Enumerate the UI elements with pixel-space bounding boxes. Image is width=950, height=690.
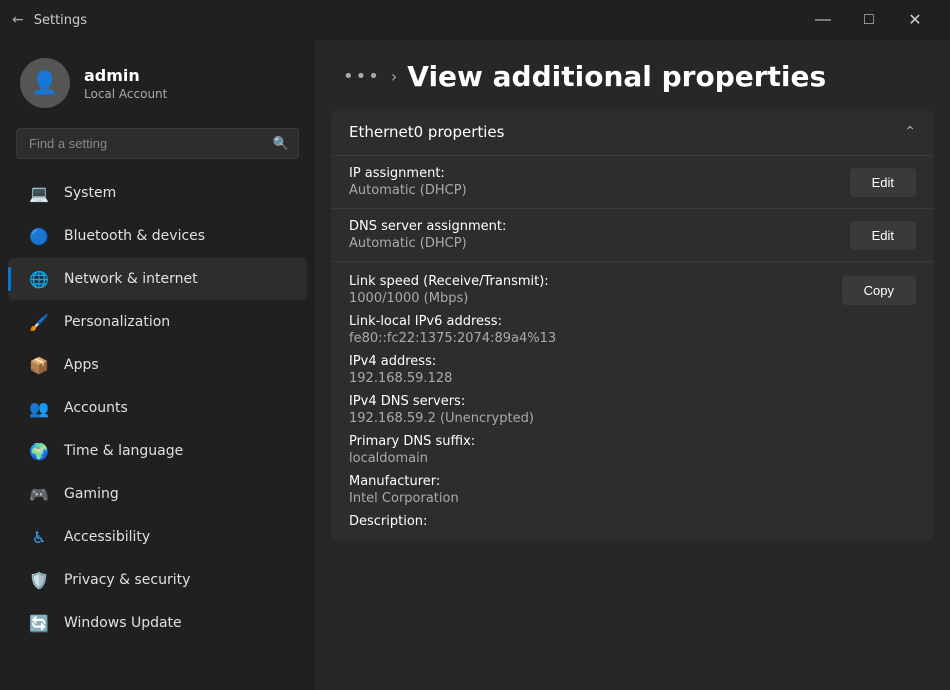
sidebar-label-personalization: Personalization	[64, 314, 170, 330]
primary-dns-label: Primary DNS suffix:	[349, 434, 556, 449]
sidebar: 👤 admin Local Account 🔍 💻 System 🔵 Bluet…	[0, 40, 315, 690]
manufacturer-label: Manufacturer:	[349, 474, 556, 489]
content-area: ••• › View additional properties Etherne…	[315, 40, 950, 690]
accessibility-icon: ♿	[28, 526, 50, 548]
prop-row-dns-assignment: DNS server assignment: Automatic (DHCP) …	[331, 208, 934, 261]
description-label: Description:	[349, 514, 556, 529]
prop-row-ip-assignment: IP assignment: Automatic (DHCP) Edit	[331, 155, 934, 208]
user-name: admin	[84, 66, 167, 85]
dns-assignment-edit-button[interactable]: Edit	[850, 221, 916, 250]
manufacturer-value: Intel Corporation	[349, 491, 556, 506]
system-icon: 💻	[28, 182, 50, 204]
ip-assignment-content: IP assignment: Automatic (DHCP)	[349, 166, 467, 198]
window-controls: — □ ✕	[800, 4, 938, 36]
ipv6-address-label: Link-local IPv6 address:	[349, 314, 556, 329]
app-title: Settings	[34, 13, 87, 28]
ip-assignment-value: Automatic (DHCP)	[349, 183, 467, 198]
page-title: View additional properties	[407, 60, 826, 93]
sidebar-item-accounts[interactable]: 👥 Accounts	[8, 387, 307, 429]
section-title: Ethernet0 properties	[349, 123, 504, 141]
ipv4-dns-label: IPv4 DNS servers:	[349, 394, 556, 409]
sidebar-label-apps: Apps	[64, 357, 99, 373]
sidebar-label-accounts: Accounts	[64, 400, 128, 416]
user-subtitle: Local Account	[84, 87, 167, 101]
sidebar-item-network[interactable]: 🌐 Network & internet	[8, 258, 307, 300]
title-bar: ← Settings — □ ✕	[0, 0, 950, 40]
sidebar-label-accessibility: Accessibility	[64, 529, 150, 545]
apps-icon: 📦	[28, 354, 50, 376]
search-box: 🔍	[16, 128, 299, 159]
sidebar-label-gaming: Gaming	[64, 486, 119, 502]
sidebar-item-personalization[interactable]: 🖌️ Personalization	[8, 301, 307, 343]
sidebar-label-update: Windows Update	[64, 615, 182, 631]
app-container: 👤 admin Local Account 🔍 💻 System 🔵 Bluet…	[0, 40, 950, 690]
properties-section: Ethernet0 properties ⌃ IP assignment: Au…	[331, 109, 934, 541]
properties-section-header[interactable]: Ethernet0 properties ⌃	[331, 109, 934, 155]
sidebar-item-bluetooth[interactable]: 🔵 Bluetooth & devices	[8, 215, 307, 257]
search-input[interactable]	[16, 128, 299, 159]
content-header: ••• › View additional properties	[315, 40, 950, 109]
link-speed-value: 1000/1000 (Mbps)	[349, 291, 556, 306]
network-icon: 🌐	[28, 268, 50, 290]
maximize-button[interactable]: □	[846, 4, 892, 36]
sidebar-nav: 💻 System 🔵 Bluetooth & devices 🌐 Network…	[0, 171, 315, 645]
primary-dns-value: localdomain	[349, 451, 556, 466]
breadcrumb-arrow: ›	[391, 67, 397, 86]
avatar: 👤	[20, 58, 70, 108]
minimize-button[interactable]: —	[800, 4, 846, 36]
link-speed-copy-button[interactable]: Copy	[842, 276, 916, 305]
sidebar-item-apps[interactable]: 📦 Apps	[8, 344, 307, 386]
sidebar-item-time[interactable]: 🌍 Time & language	[8, 430, 307, 472]
time-icon: 🌍	[28, 440, 50, 462]
link-speed-content: Link speed (Receive/Transmit): 1000/1000…	[349, 274, 556, 529]
personalization-icon: 🖌️	[28, 311, 50, 333]
sidebar-item-system[interactable]: 💻 System	[8, 172, 307, 214]
sidebar-label-privacy: Privacy & security	[64, 572, 190, 588]
collapse-icon: ⌃	[904, 124, 916, 140]
privacy-icon: 🛡️	[28, 569, 50, 591]
search-icon: 🔍	[273, 136, 289, 151]
user-section[interactable]: 👤 admin Local Account	[0, 40, 315, 128]
ipv6-address-value: fe80::fc22:1375:2074:89a4%13	[349, 331, 556, 346]
ip-assignment-label: IP assignment:	[349, 166, 467, 181]
bluetooth-icon: 🔵	[28, 225, 50, 247]
gaming-icon: 🎮	[28, 483, 50, 505]
prop-row-link-speed: Link speed (Receive/Transmit): 1000/1000…	[331, 261, 934, 541]
sidebar-item-accessibility[interactable]: ♿ Accessibility	[8, 516, 307, 558]
user-info: admin Local Account	[84, 66, 167, 101]
dns-assignment-label: DNS server assignment:	[349, 219, 506, 234]
link-speed-label: Link speed (Receive/Transmit):	[349, 274, 556, 289]
avatar-icon: 👤	[31, 71, 58, 96]
ipv4-address-label: IPv4 address:	[349, 354, 556, 369]
update-icon: 🔄	[28, 612, 50, 634]
sidebar-item-privacy[interactable]: 🛡️ Privacy & security	[8, 559, 307, 601]
dns-assignment-value: Automatic (DHCP)	[349, 236, 506, 251]
ipv4-dns-value: 192.168.59.2 (Unencrypted)	[349, 411, 556, 426]
sidebar-label-time: Time & language	[64, 443, 183, 459]
sidebar-item-update[interactable]: 🔄 Windows Update	[8, 602, 307, 644]
ip-assignment-edit-button[interactable]: Edit	[850, 168, 916, 197]
breadcrumb-dots[interactable]: •••	[343, 66, 381, 87]
sidebar-label-network: Network & internet	[64, 271, 198, 287]
sidebar-item-gaming[interactable]: 🎮 Gaming	[8, 473, 307, 515]
ipv4-address-value: 192.168.59.128	[349, 371, 556, 386]
dns-assignment-content: DNS server assignment: Automatic (DHCP)	[349, 219, 506, 251]
sidebar-label-system: System	[64, 185, 116, 201]
close-button[interactable]: ✕	[892, 4, 938, 36]
sidebar-label-bluetooth: Bluetooth & devices	[64, 228, 205, 244]
back-icon[interactable]: ←	[12, 12, 24, 28]
accounts-icon: 👥	[28, 397, 50, 419]
